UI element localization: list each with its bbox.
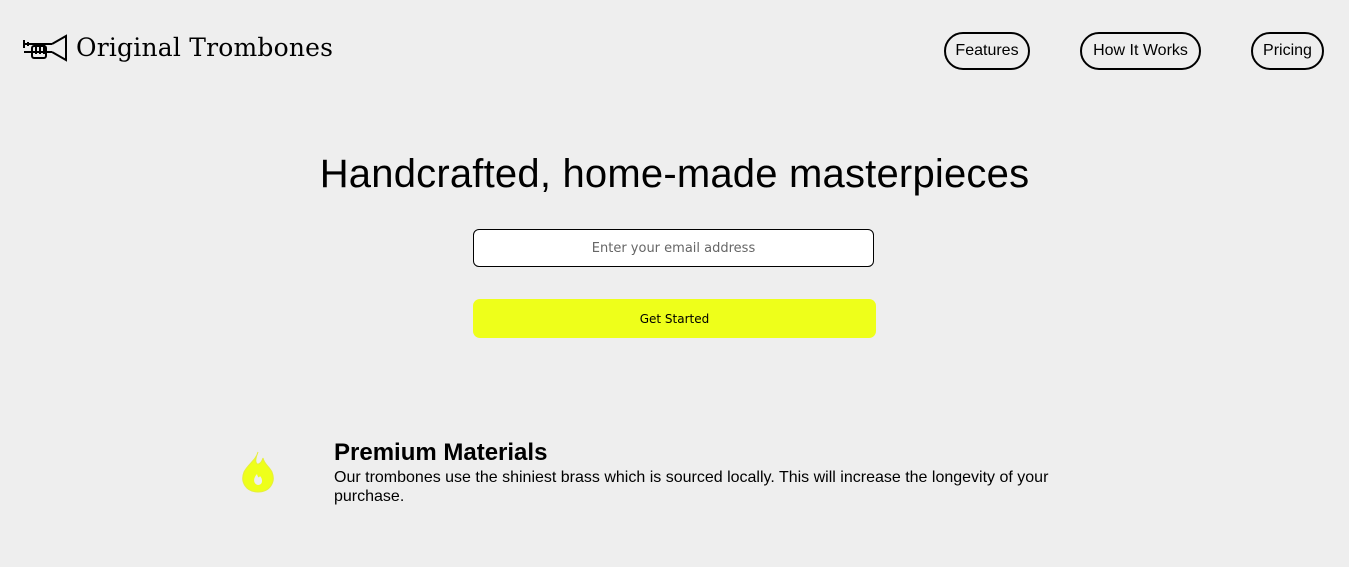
nav-pricing-button[interactable]: Pricing [1251, 32, 1324, 70]
hero-title: Handcrafted, home-made masterpieces [319, 152, 1030, 196]
nav-how-it-works-button[interactable]: How It Works [1080, 32, 1201, 70]
flame-icon [242, 451, 274, 493]
get-started-button[interactable]: Get Started [473, 299, 876, 338]
brand-name: Original Trombones [76, 33, 334, 62]
nav-features-button[interactable]: Features [944, 32, 1030, 70]
feature-description: Our trombones use the shiniest brass whi… [334, 469, 1049, 505]
email-input[interactable] [473, 229, 874, 267]
feature-premium-materials: Premium Materials Our trombones use the … [240, 438, 1120, 518]
feature-title: Premium Materials [334, 439, 548, 466]
trumpet-icon [23, 34, 67, 62]
site-header: Original Trombones Features How It Works… [0, 0, 1349, 100]
brand[interactable]: Original Trombones [22, 30, 333, 66]
